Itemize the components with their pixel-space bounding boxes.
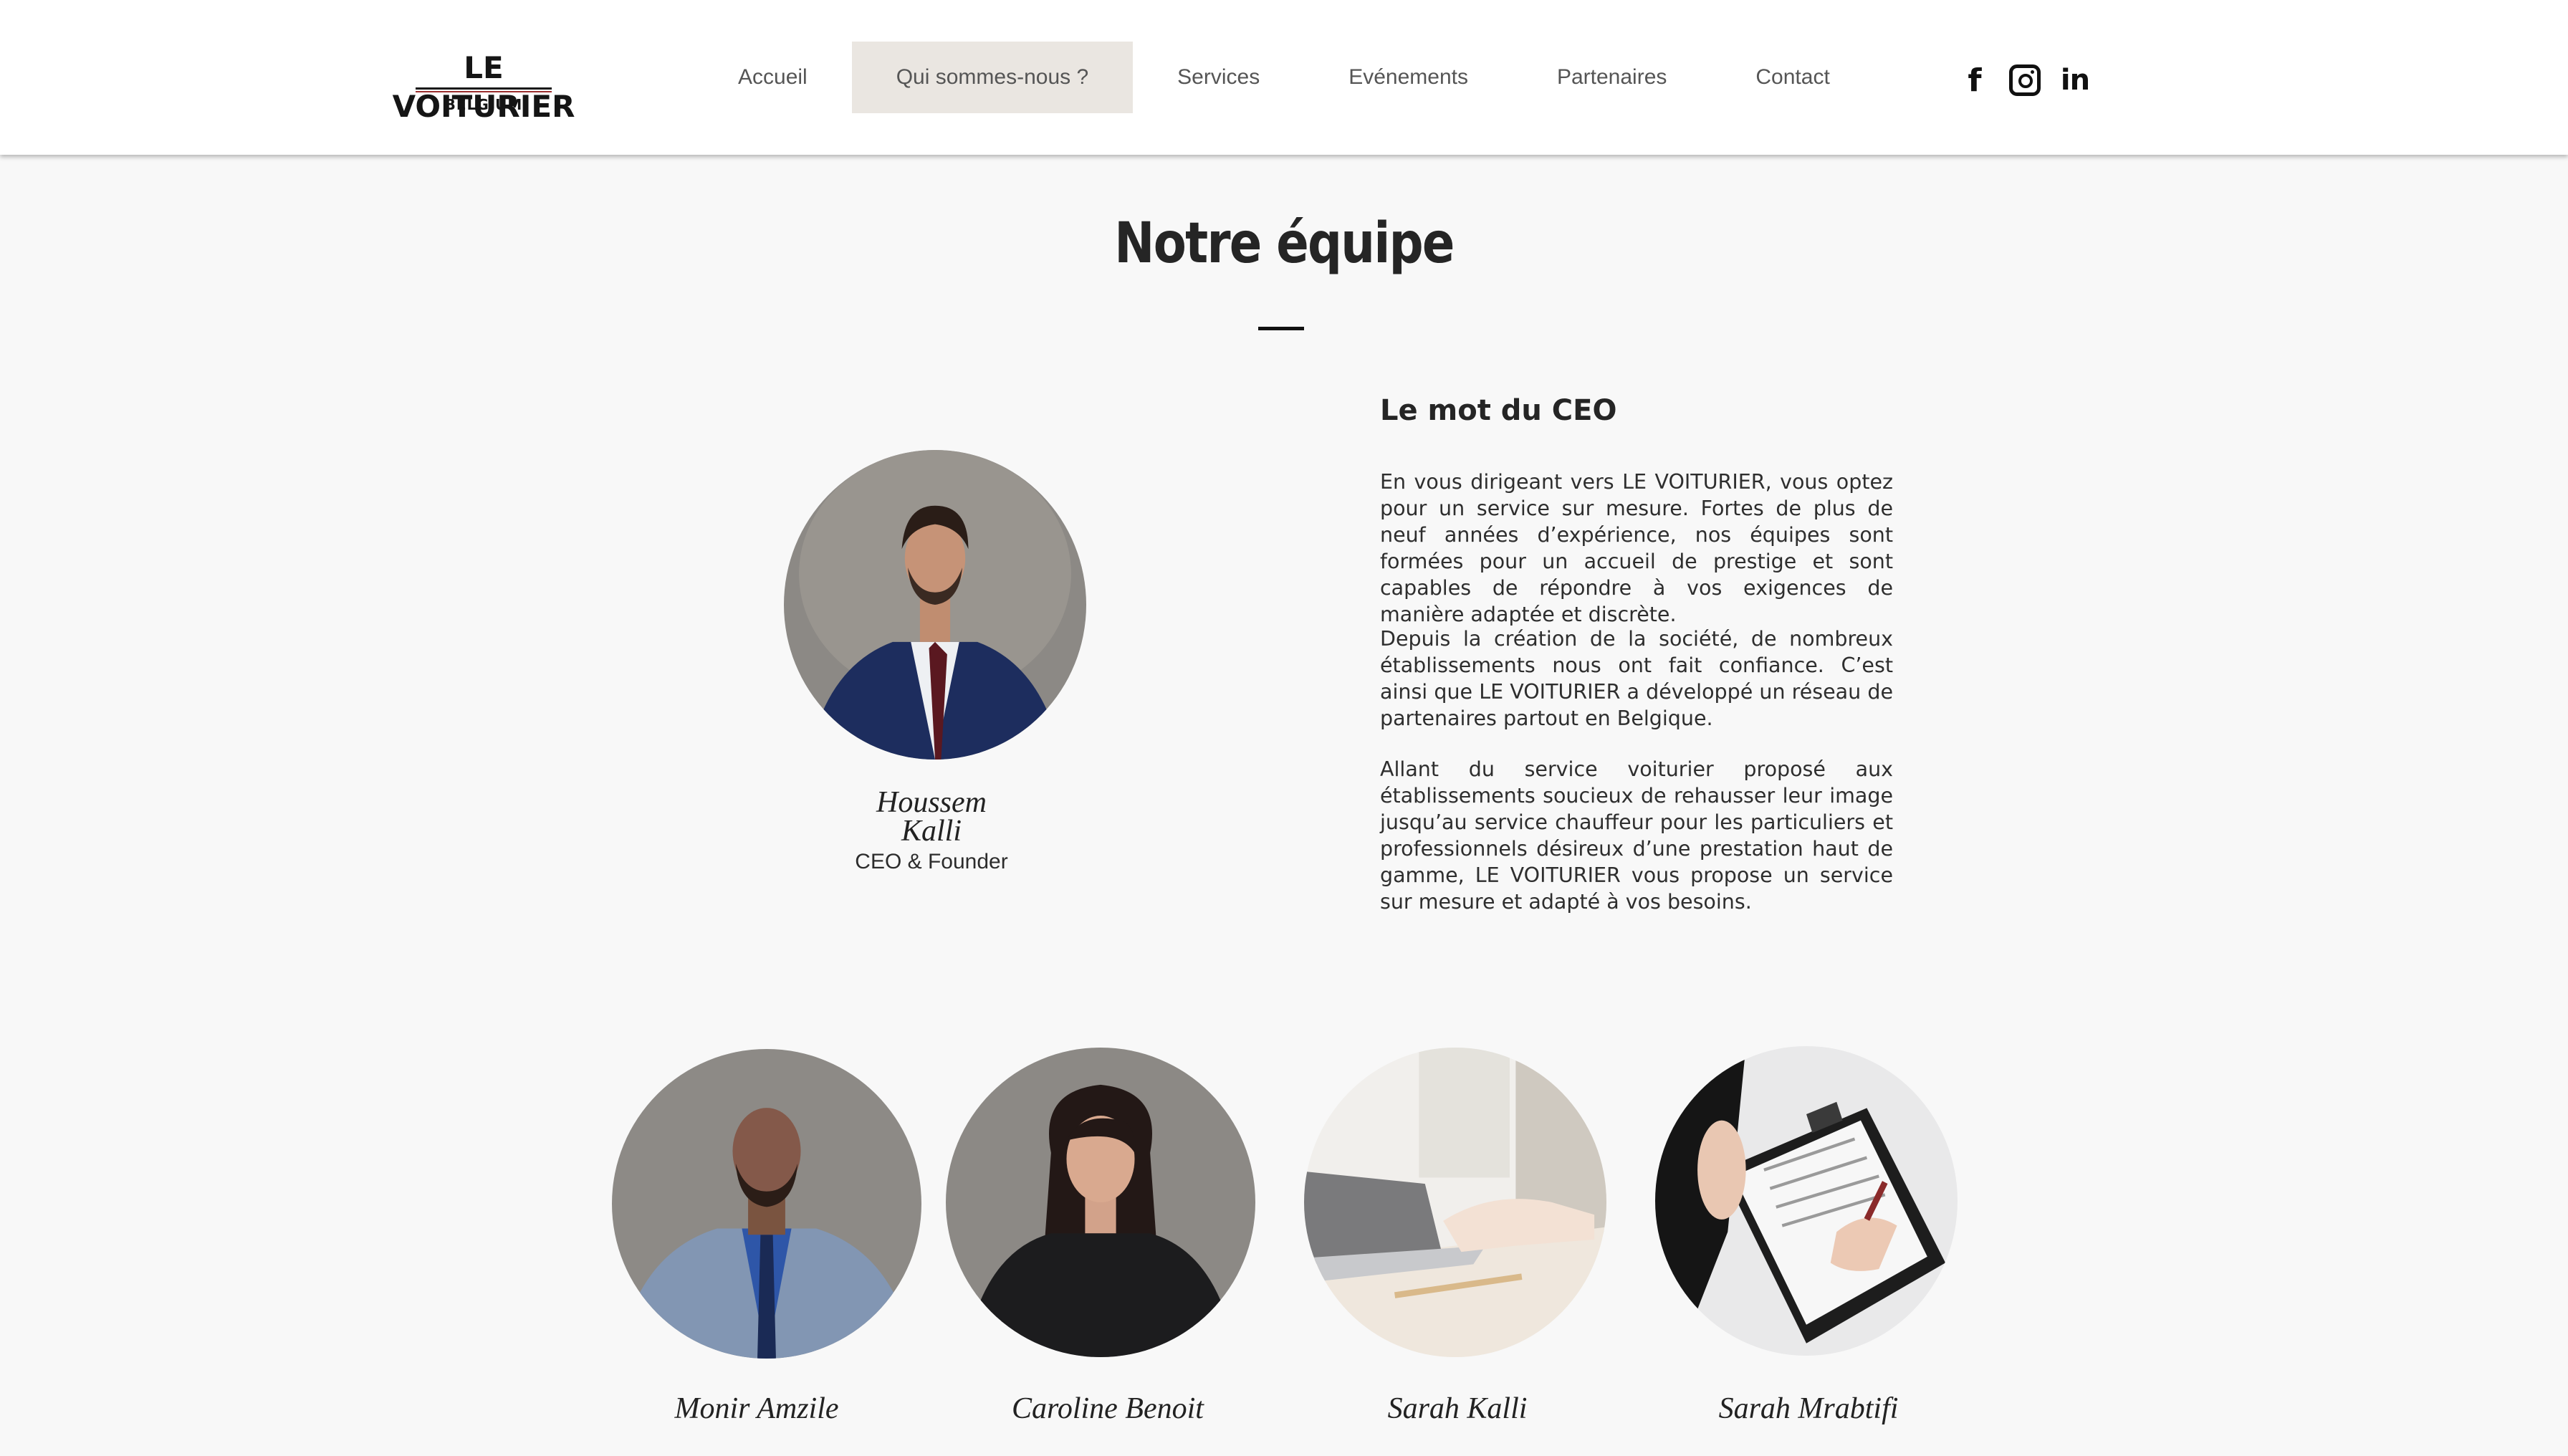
ceo-role: CEO & Founder	[855, 850, 1008, 873]
member-name-caroline-benoit: Caroline Benoit	[1012, 1392, 1204, 1425]
nav-item-contact[interactable]: Contact	[1711, 42, 1874, 113]
site-header: LE VOITURIER BELGIUM Accueil Qui sommes-…	[0, 0, 2568, 155]
ceo-first-name: Houssem	[876, 786, 987, 819]
nav-item-partenaires[interactable]: Partenaires	[1513, 42, 1711, 113]
member-name-sarah-mrabtifi: Sarah Mrabtifi	[1718, 1392, 1899, 1425]
title-divider	[1258, 327, 1304, 330]
member-photo-sarah-mrabtifi	[1655, 1046, 1958, 1356]
ceo-photo	[784, 450, 1086, 760]
logo-underline	[416, 87, 552, 90]
ceo-message-paragraph-1: En vous dirigeant vers LE VOITURIER, vou…	[1380, 470, 1893, 626]
member-photo-sarah-kalli	[1304, 1048, 1606, 1357]
member-photo-monir-amzile	[612, 1049, 921, 1359]
ceo-last-name: Kalli	[901, 815, 962, 848]
page-title: Notre équipe	[1114, 211, 1455, 276]
logo-accent-line	[416, 91, 552, 92]
instagram-icon[interactable]	[2008, 63, 2042, 97]
member-name-monir-amzile: Monir Amzile	[674, 1392, 839, 1425]
nav-item-services[interactable]: Services	[1133, 42, 1304, 113]
site-logo[interactable]: LE VOITURIER BELGIUM	[380, 49, 588, 124]
linkedin-icon[interactable]: in	[2058, 63, 2092, 97]
nav-item-evenements[interactable]: Evénements	[1304, 42, 1513, 113]
logo-subtitle: BELGIUM	[444, 96, 523, 113]
facebook-icon[interactable]: f	[1958, 62, 1992, 99]
nav-item-qui-sommes-nous[interactable]: Qui sommes-nous ?	[851, 42, 1134, 113]
ceo-name: Houssem Kalli	[860, 786, 1003, 848]
main-nav: Accueil Qui sommes-nous ? Services Evéne…	[694, 42, 1874, 113]
member-photo-caroline-benoit	[946, 1048, 1255, 1357]
ceo-message-heading: Le mot du CEO	[1380, 394, 1617, 427]
member-name-sarah-kalli: Sarah Kalli	[1387, 1392, 1528, 1425]
ceo-message-paragraph-3: Allant du service voiturier proposé aux …	[1380, 757, 1893, 914]
social-links: f in	[1958, 62, 2092, 99]
nav-item-accueil[interactable]: Accueil	[694, 42, 852, 113]
ceo-message-paragraph-2: Depuis la création de la société, de nom…	[1380, 627, 1893, 730]
